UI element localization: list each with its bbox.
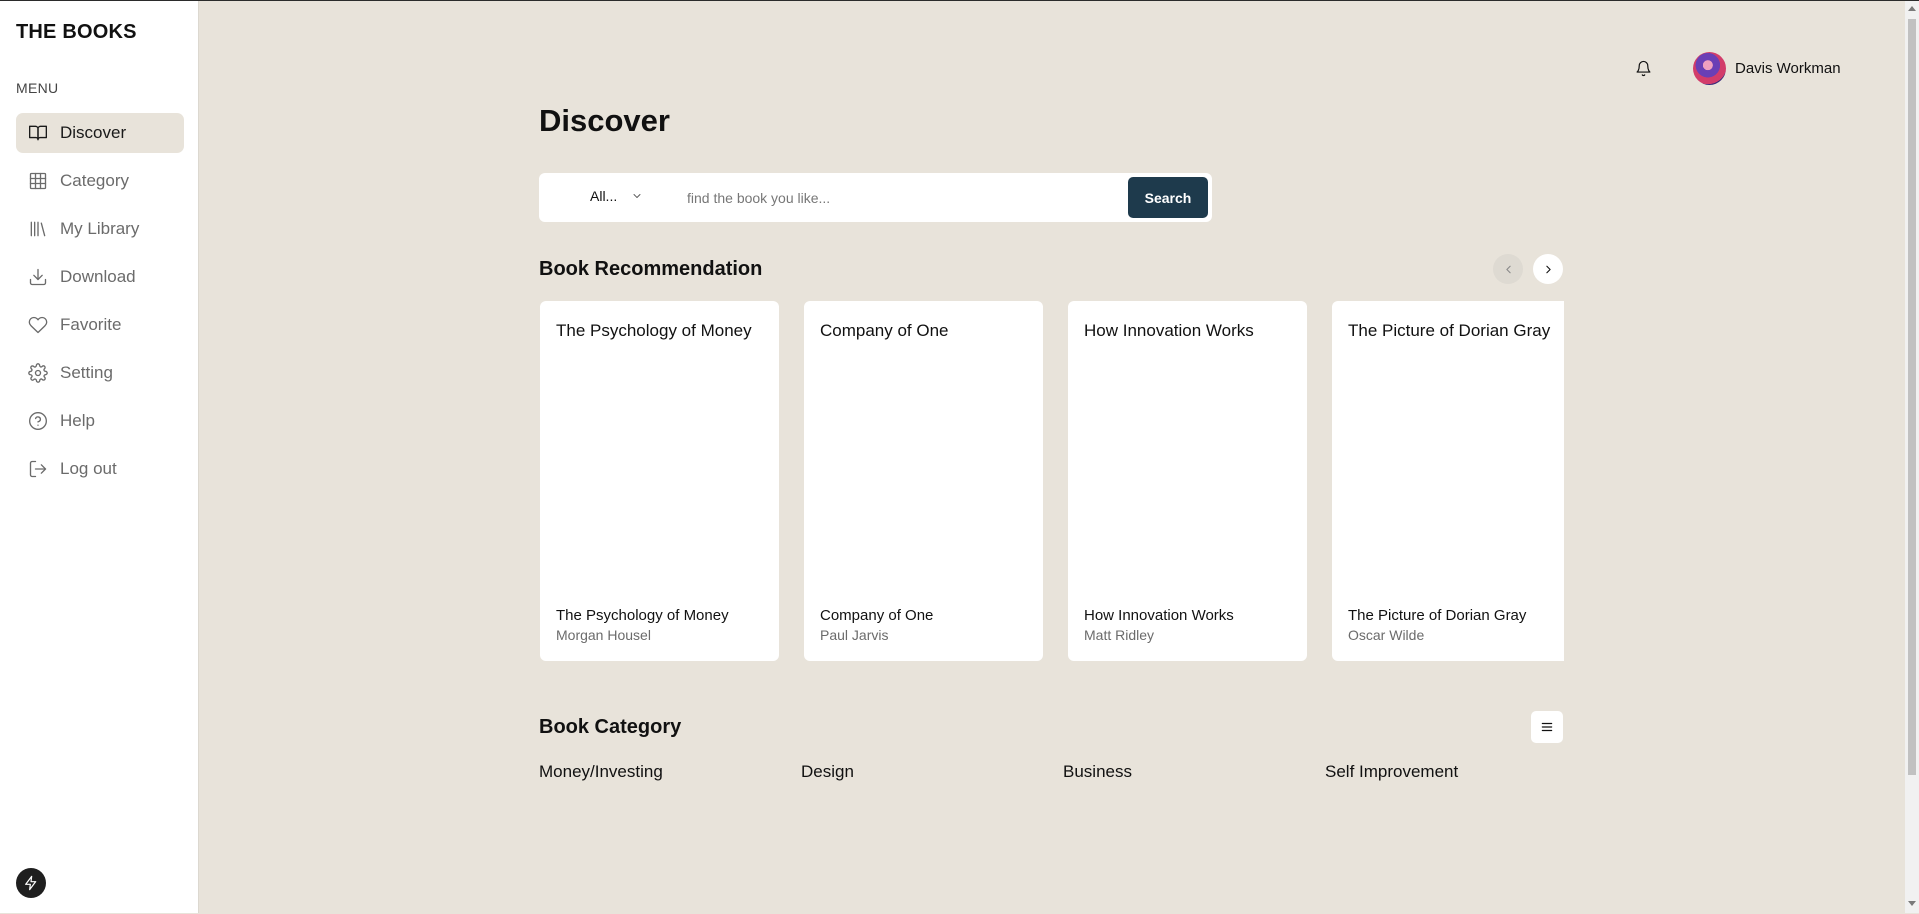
menu-heading: MENU bbox=[16, 80, 59, 96]
recommendation-heading: Book Recommendation bbox=[539, 258, 763, 280]
logout-icon bbox=[28, 459, 48, 479]
scroll-up-arrow-icon[interactable] bbox=[1908, 6, 1916, 11]
search-bar: All... Search bbox=[539, 173, 1212, 222]
book-title: How Innovation Works bbox=[1084, 607, 1234, 624]
sidebar-item-log-out[interactable]: Log out bbox=[16, 449, 184, 489]
download-icon bbox=[28, 267, 48, 287]
user-menu[interactable]: Davis Workman bbox=[1693, 52, 1841, 85]
scroll-down-arrow-icon[interactable] bbox=[1908, 901, 1916, 906]
book-cover-image: The Psychology of Money bbox=[556, 321, 752, 340]
sidebar-item-discover[interactable]: Discover bbox=[16, 113, 184, 153]
category-image[interactable]: Money/Investing bbox=[539, 762, 663, 782]
book-author: Morgan Housel bbox=[556, 627, 651, 643]
category-heading: Book Category bbox=[539, 716, 682, 738]
category-image[interactable]: Self Improvement bbox=[1325, 762, 1458, 782]
book-author: Matt Ridley bbox=[1084, 627, 1155, 643]
book-open-icon bbox=[28, 123, 48, 143]
book-cover-image: The Picture of Dorian Gray bbox=[1348, 321, 1551, 340]
sidebar-item-my-library[interactable]: My Library bbox=[16, 209, 184, 249]
book-card[interactable]: The Psychology of Money The Psychology o… bbox=[540, 301, 779, 661]
search-button[interactable]: Search bbox=[1128, 177, 1208, 218]
book-author: Oscar Wilde bbox=[1348, 627, 1425, 643]
sidebar-item-label: Setting bbox=[60, 363, 113, 382]
sidebar: THE BOOKS MENU Discover Category My Libr… bbox=[0, 1, 199, 913]
user-name: Davis Workman bbox=[1735, 60, 1841, 77]
sidebar-item-setting[interactable]: Setting bbox=[16, 353, 184, 393]
sidebar-item-label: Help bbox=[60, 411, 95, 430]
gear-icon bbox=[28, 363, 48, 383]
library-icon bbox=[28, 219, 48, 239]
search-input[interactable] bbox=[685, 182, 1109, 214]
book-carousel: The Psychology of Money The Psychology o… bbox=[540, 301, 1564, 662]
page-title: Discover bbox=[539, 103, 670, 138]
menu-lines-icon bbox=[1541, 722, 1553, 732]
sidebar-item-label: Discover bbox=[60, 123, 127, 142]
bell-icon[interactable] bbox=[1633, 58, 1653, 78]
sidebar-item-label: Download bbox=[60, 267, 136, 286]
scrollbar-thumb[interactable] bbox=[1908, 19, 1916, 775]
book-author: Paul Jarvis bbox=[820, 627, 889, 643]
list-view-button[interactable] bbox=[1531, 711, 1563, 743]
book-card[interactable]: The Picture of Dorian Gray The Picture o… bbox=[1332, 301, 1564, 661]
sidebar-item-label: My Library bbox=[60, 219, 140, 238]
book-card[interactable]: Company of One Company of One Paul Jarvi… bbox=[804, 301, 1043, 661]
book-card[interactable]: How Innovation Works How Innovation Work… bbox=[1068, 301, 1307, 661]
sidebar-item-label: Favorite bbox=[60, 315, 122, 334]
category-select-value: All... bbox=[590, 188, 618, 204]
book-title: The Picture of Dorian Gray bbox=[1348, 607, 1527, 624]
book-title: The Psychology of Money bbox=[556, 607, 729, 624]
chevron-down-icon bbox=[633, 194, 641, 198]
page-scrollbar[interactable] bbox=[1905, 1, 1919, 913]
book-title: Company of One bbox=[820, 607, 934, 624]
sidebar-nav: Discover Category My Library Download Fa… bbox=[16, 113, 184, 497]
chevron-left-icon bbox=[1505, 265, 1511, 273]
carousel-prev-button[interactable] bbox=[1493, 254, 1523, 284]
sidebar-item-label: Category bbox=[60, 171, 129, 190]
sidebar-item-category[interactable]: Category bbox=[16, 161, 184, 201]
avatar bbox=[1693, 52, 1726, 85]
carousel-next-button[interactable] bbox=[1533, 254, 1563, 284]
window-top-border bbox=[0, 0, 1919, 1]
sidebar-item-favorite[interactable]: Favorite bbox=[16, 305, 184, 345]
book-cover-image: How Innovation Works bbox=[1084, 321, 1254, 340]
category-image[interactable]: Design bbox=[801, 762, 854, 782]
chevron-right-icon bbox=[1545, 265, 1551, 273]
help-circle-icon bbox=[28, 411, 48, 431]
brand-logo[interactable]: THE BOOKS bbox=[16, 21, 137, 44]
category-select[interactable]: All... bbox=[590, 188, 643, 204]
heart-icon bbox=[28, 315, 48, 335]
bolt-icon[interactable] bbox=[16, 868, 46, 898]
grid-icon bbox=[28, 171, 48, 191]
category-image[interactable]: Business bbox=[1063, 762, 1132, 782]
book-cover-image: Company of One bbox=[820, 321, 949, 340]
sidebar-item-download[interactable]: Download bbox=[16, 257, 184, 297]
sidebar-item-help[interactable]: Help bbox=[16, 401, 184, 441]
sidebar-item-label: Log out bbox=[60, 459, 117, 478]
